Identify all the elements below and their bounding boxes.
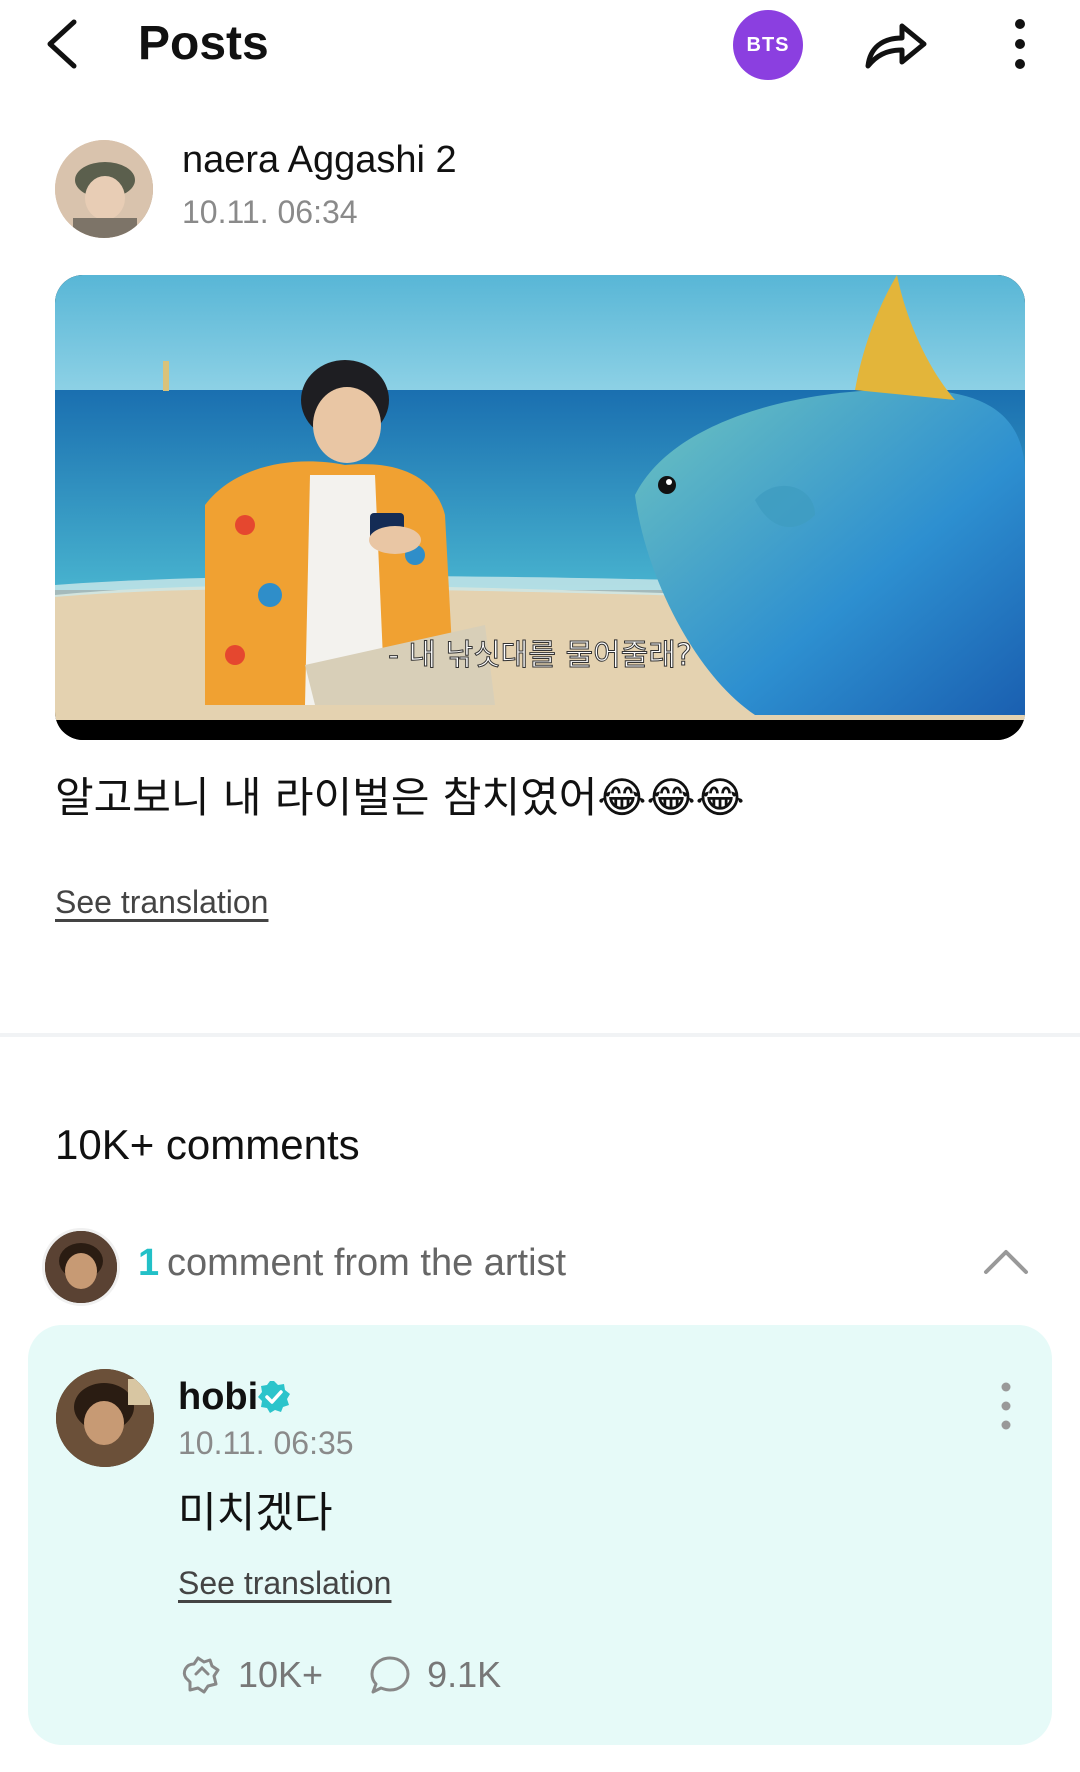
artist-comment-count: 1 (138, 1242, 160, 1284)
artist-comment-header[interactable]: 1 comment from the artist (42, 1228, 1038, 1306)
post-image[interactable]: - 내 낚싯대를 물어줄래? (55, 275, 1025, 740)
chevron-left-icon (47, 19, 77, 69)
comment-body-text: 미치겠다 (178, 1488, 333, 1537)
avatar-portrait-icon (56, 1369, 154, 1467)
comment-timestamp: 10.11. 06:35 (178, 1425, 354, 1461)
post-timestamp: 10.11. 06:34 (182, 194, 358, 230)
section-divider (0, 1033, 1080, 1037)
beach-scene-image: - 내 낚싯대를 물어줄래? (55, 275, 1025, 740)
community-badge[interactable]: BTS (733, 10, 803, 80)
page-title: Posts (138, 17, 269, 70)
author-name[interactable]: naera Aggashi 2 (182, 138, 457, 182)
likes-count: 10K+ (238, 1654, 324, 1695)
share-icon (865, 23, 927, 69)
artist-avatar (42, 1228, 120, 1306)
commenter-avatar[interactable] (56, 1369, 154, 1467)
avatar-portrait-icon (45, 1231, 117, 1303)
cheer-icon[interactable] (178, 1652, 224, 1698)
artist-comment-card: hobi 10.11. 06:35 미치겠다 See translation 1… (28, 1325, 1052, 1745)
post-body-text: 알고보니 내 라이벌은 참치였어😂😂😂 (55, 773, 745, 822)
more-vertical-icon (1015, 19, 1025, 69)
artist-comment-label: comment from the artist (167, 1242, 567, 1284)
author-avatar[interactable] (55, 140, 153, 238)
comment-see-translation-link[interactable]: See translation (178, 1565, 391, 1602)
image-caption: - 내 낚싯대를 물어줄래? (388, 638, 692, 673)
comment-more-button[interactable] (996, 1379, 1016, 1433)
see-translation-link[interactable]: See translation (55, 884, 268, 921)
comments-count-heading: 10K+ comments (55, 1121, 360, 1168)
verified-badge-icon (256, 1379, 292, 1415)
comment-bubble-icon[interactable] (367, 1652, 413, 1698)
top-bar: Posts BTS (0, 0, 1080, 90)
collapse-button[interactable] (982, 1242, 1030, 1282)
comment-reactions: 10K+ 9.1K (178, 1650, 545, 1700)
chevron-up-icon (984, 1250, 1028, 1274)
avatar-portrait-icon (55, 140, 153, 238)
replies-count: 9.1K (427, 1654, 502, 1695)
back-button[interactable] (40, 14, 90, 74)
more-options-button[interactable] (1005, 14, 1035, 74)
share-button[interactable] (862, 14, 930, 74)
commenter-name[interactable]: hobi (178, 1375, 258, 1419)
more-vertical-icon (1001, 1382, 1011, 1430)
